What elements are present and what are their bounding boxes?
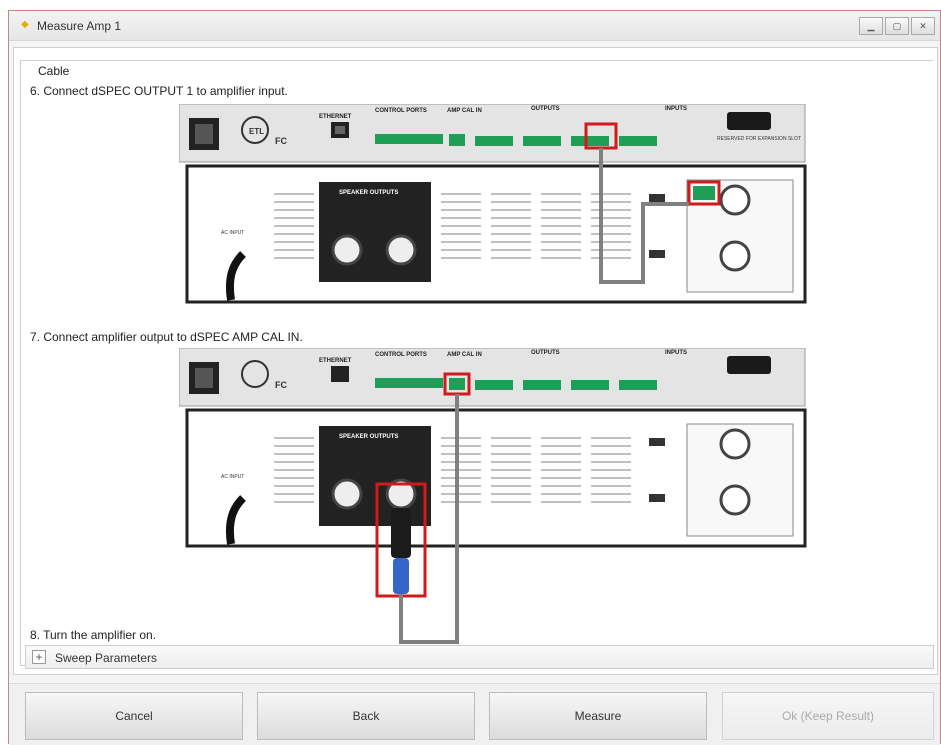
- output-terminal-6-5: [475, 136, 513, 146]
- close-icon[interactable]: ✕: [911, 17, 935, 35]
- channel-2-speakon-icon: [331, 478, 363, 510]
- control-ports-terminal: [375, 378, 443, 388]
- channel-1-speakon-icon: [385, 234, 417, 266]
- content-area: Cable 6. Connect dSPEC OUTPUT 1 to ampli…: [13, 47, 938, 675]
- speaker-outputs-box: [319, 426, 431, 526]
- amp-input-1-terminal: [693, 186, 715, 200]
- expand-icon[interactable]: +: [32, 650, 46, 664]
- expansion-slot-icon: [727, 112, 771, 130]
- fc-text: FC: [275, 136, 287, 146]
- ok-keep-result-button[interactable]: Ok (Keep Result): [722, 692, 934, 740]
- ethernet-label: ETHERNET: [319, 358, 352, 364]
- reserved-label: RESERVED FOR EXPANSION SLOT: [717, 136, 801, 142]
- input-terminal: [619, 136, 657, 146]
- app-icon: ◆: [21, 19, 29, 30]
- gain-switch: [649, 194, 665, 202]
- step-7-text: 7. Connect amplifier output to dSPEC AMP…: [30, 330, 303, 344]
- step-7-wiring-diagram: FC ETHERNET CONTROL PORTS AMP CAL IN OUT…: [179, 348, 807, 644]
- measure-amp-window: ◆ Measure Amp 1 ▁ ▢ ✕ Cable 6. Connect d…: [8, 10, 941, 745]
- step-6-text: 6. Connect dSPEC OUTPUT 1 to amplifier i…: [30, 84, 288, 98]
- ac-input-label: AC INPUT: [221, 474, 244, 480]
- speaker-outputs-box: [319, 182, 431, 282]
- outputs-label: OUTPUTS: [531, 106, 560, 112]
- output-terminal-4-3: [523, 380, 561, 390]
- amp-cal-in-label: AMP CAL IN: [447, 352, 482, 358]
- cable-group-legend: Cable: [35, 64, 73, 78]
- dspec-rear-panel: [179, 348, 806, 407]
- speaker-outputs-label: SPEAKER OUTPUTS: [339, 434, 398, 440]
- inputs-label: INPUTS: [665, 350, 687, 356]
- speakon-plug-body: [391, 508, 411, 558]
- dspec-rear-panel: [179, 104, 806, 163]
- amp-cal-in-terminal: [449, 134, 465, 146]
- outputs-label: OUTPUTS: [531, 350, 560, 356]
- measure-button[interactable]: Measure: [489, 692, 707, 740]
- speakon-plug-icon: [393, 558, 409, 594]
- control-ports-label: CONTROL PORTS: [375, 108, 427, 114]
- fc-text: FC: [275, 380, 287, 390]
- xlr-input-2-icon: [719, 240, 751, 272]
- expansion-slot-icon: [727, 356, 771, 374]
- output-terminal-4-3: [523, 136, 561, 146]
- gain-switch: [649, 438, 665, 446]
- maximize-icon[interactable]: ▢: [885, 17, 909, 35]
- ethernet-port-icon: [331, 366, 349, 382]
- sweep-parameters-expander[interactable]: + Sweep Parameters: [25, 645, 934, 669]
- mode-switch: [649, 494, 665, 502]
- output-terminal-2-1: [571, 136, 609, 146]
- cancel-button[interactable]: Cancel: [25, 692, 243, 740]
- ethernet-label: ETHERNET: [319, 114, 352, 120]
- xlr-input-1-icon: [719, 428, 751, 460]
- control-ports-label: CONTROL PORTS: [375, 352, 427, 358]
- amp-cal-in-terminal: [449, 378, 465, 390]
- xlr-input-1-icon: [719, 184, 751, 216]
- input-terminal: [619, 380, 657, 390]
- title-bar: ◆ Measure Amp 1 ▁ ▢ ✕: [9, 11, 940, 41]
- button-bar: Cancel Back Measure Ok (Keep Result): [9, 683, 940, 745]
- xlr-input-2-icon: [719, 484, 751, 516]
- channel-2-speakon-icon: [331, 234, 363, 266]
- minimize-icon[interactable]: ▁: [859, 17, 883, 35]
- back-button[interactable]: Back: [257, 692, 475, 740]
- mode-switch: [649, 250, 665, 258]
- step-8-text: 8. Turn the amplifier on.: [30, 628, 157, 642]
- output-terminal-2-1: [571, 380, 609, 390]
- amp-cal-in-label: AMP CAL IN: [447, 108, 482, 114]
- speaker-outputs-label: SPEAKER OUTPUTS: [339, 190, 398, 196]
- etl-text: ETL: [249, 127, 264, 136]
- window-title: Measure Amp 1: [37, 19, 122, 33]
- step-6-wiring-diagram: ETL FC ETHERNET CONTROL PORTS AMP CAL IN…: [179, 104, 807, 304]
- output-terminal-6-5: [475, 380, 513, 390]
- sweep-parameters-label: Sweep Parameters: [55, 651, 158, 665]
- control-ports-terminal: [375, 134, 443, 144]
- inputs-label: INPUTS: [665, 106, 687, 112]
- ac-input-label: AC INPUT: [221, 230, 244, 236]
